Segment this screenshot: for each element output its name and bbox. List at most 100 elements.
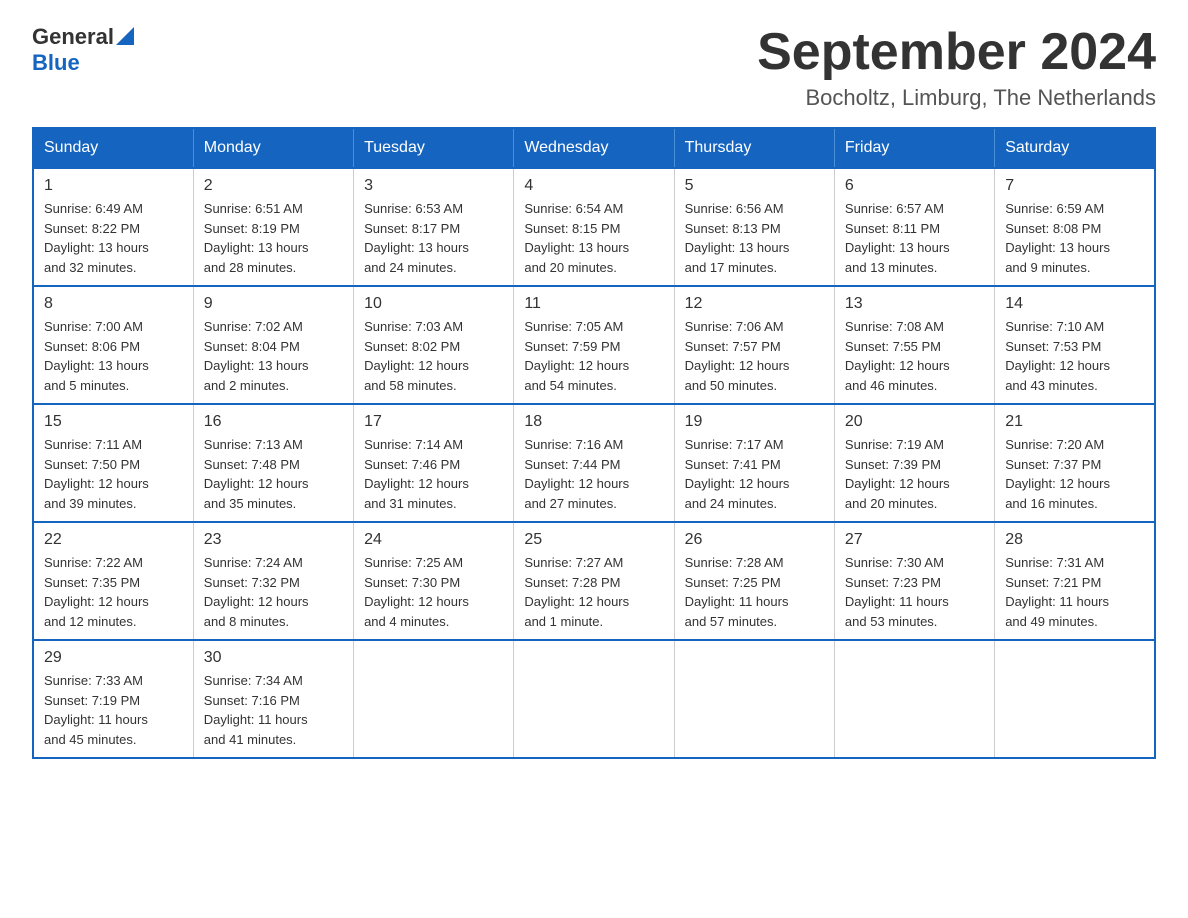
- day-cell-9: 9Sunrise: 7:02 AM Sunset: 8:04 PM Daylig…: [193, 286, 353, 404]
- day-cell-11: 11Sunrise: 7:05 AM Sunset: 7:59 PM Dayli…: [514, 286, 674, 404]
- day-number: 26: [685, 531, 824, 549]
- day-cell-21: 21 Sunrise: 7:20 AM Sunset: 7:37 PM Dayli…: [995, 404, 1155, 522]
- day-number: 18: [524, 413, 663, 431]
- day-info: Sunrise: 6:53 AM Sunset: 8:17 PM Dayligh…: [364, 199, 503, 277]
- day-info: Sunrise: 7:28 AM Sunset: 7:25 PM Dayligh…: [685, 553, 824, 631]
- logo: General Blue: [32, 24, 134, 76]
- day-cell-19: 19 Sunrise: 7:17 AM Sunset: 7:41 PM Dayli…: [674, 404, 834, 522]
- day-cell-12: 12Sunrise: 7:06 AM Sunset: 7:57 PM Dayli…: [674, 286, 834, 404]
- calendar-table: SundayMondayTuesdayWednesdayThursdayFrid…: [32, 127, 1156, 759]
- day-cell-28: 28 Sunrise: 7:31 AM Sunset: 7:21 PM Dayli…: [995, 522, 1155, 640]
- calendar-header: SundayMondayTuesdayWednesdayThursdayFrid…: [33, 128, 1155, 168]
- day-cell-6: 6Sunrise: 6:57 AM Sunset: 8:11 PM Daylig…: [834, 168, 994, 286]
- day-info: Sunrise: 7:17 AM Sunset: 7:41 PM Dayligh…: [685, 435, 824, 513]
- weekday-header-monday: Monday: [193, 128, 353, 168]
- week-row-3: 15 Sunrise: 7:11 AM Sunset: 7:50 PM Dayli…: [33, 404, 1155, 522]
- weekday-header-tuesday: Tuesday: [354, 128, 514, 168]
- location-subtitle: Bocholtz, Limburg, The Netherlands: [757, 85, 1156, 111]
- empty-cell: [834, 640, 994, 758]
- day-number: 20: [845, 413, 984, 431]
- empty-cell: [995, 640, 1155, 758]
- day-number: 6: [845, 177, 984, 195]
- day-cell-29: 29 Sunrise: 7:33 AM Sunset: 7:19 PM Dayli…: [33, 640, 193, 758]
- day-number: 2: [204, 177, 343, 195]
- day-number: 12: [685, 295, 824, 313]
- day-info: Sunrise: 7:33 AM Sunset: 7:19 PM Dayligh…: [44, 671, 183, 749]
- day-number: 16: [204, 413, 343, 431]
- day-cell-1: 1Sunrise: 6:49 AM Sunset: 8:22 PM Daylig…: [33, 168, 193, 286]
- day-info: Sunrise: 7:30 AM Sunset: 7:23 PM Dayligh…: [845, 553, 984, 631]
- day-cell-10: 10Sunrise: 7:03 AM Sunset: 8:02 PM Dayli…: [354, 286, 514, 404]
- day-number: 8: [44, 295, 183, 313]
- day-info: Sunrise: 7:14 AM Sunset: 7:46 PM Dayligh…: [364, 435, 503, 513]
- empty-cell: [514, 640, 674, 758]
- week-row-2: 8 Sunrise: 7:00 AM Sunset: 8:06 PM Daylig…: [33, 286, 1155, 404]
- day-cell-20: 20 Sunrise: 7:19 AM Sunset: 7:39 PM Dayli…: [834, 404, 994, 522]
- weekday-header-friday: Friday: [834, 128, 994, 168]
- day-number: 27: [845, 531, 984, 549]
- day-cell-18: 18Sunrise: 7:16 AM Sunset: 7:44 PM Dayli…: [514, 404, 674, 522]
- day-info: Sunrise: 7:25 AM Sunset: 7:30 PM Dayligh…: [364, 553, 503, 631]
- day-cell-24: 24 Sunrise: 7:25 AM Sunset: 7:30 PM Dayli…: [354, 522, 514, 640]
- day-number: 22: [44, 531, 183, 549]
- day-info: Sunrise: 6:59 AM Sunset: 8:08 PM Dayligh…: [1005, 199, 1144, 277]
- day-number: 10: [364, 295, 503, 313]
- day-cell-3: 3 Sunrise: 6:53 AM Sunset: 8:17 PM Daylig…: [354, 168, 514, 286]
- day-info: Sunrise: 7:08 AM Sunset: 7:55 PM Dayligh…: [845, 317, 984, 395]
- day-cell-7: 7 Sunrise: 6:59 AM Sunset: 8:08 PM Daylig…: [995, 168, 1155, 286]
- day-number: 29: [44, 649, 183, 667]
- weekday-header-sunday: Sunday: [33, 128, 193, 168]
- day-number: 4: [524, 177, 663, 195]
- day-number: 11: [524, 295, 663, 313]
- day-info: Sunrise: 7:24 AM Sunset: 7:32 PM Dayligh…: [204, 553, 343, 631]
- empty-cell: [674, 640, 834, 758]
- day-cell-4: 4 Sunrise: 6:54 AM Sunset: 8:15 PM Daylig…: [514, 168, 674, 286]
- day-info: Sunrise: 7:34 AM Sunset: 7:16 PM Dayligh…: [204, 671, 343, 749]
- calendar-body: 1Sunrise: 6:49 AM Sunset: 8:22 PM Daylig…: [33, 168, 1155, 758]
- day-number: 13: [845, 295, 984, 313]
- day-number: 1: [44, 177, 183, 195]
- week-row-1: 1Sunrise: 6:49 AM Sunset: 8:22 PM Daylig…: [33, 168, 1155, 286]
- logo-general-text: General: [32, 24, 114, 50]
- day-number: 9: [204, 295, 343, 313]
- day-info: Sunrise: 6:54 AM Sunset: 8:15 PM Dayligh…: [524, 199, 663, 277]
- day-cell-27: 27 Sunrise: 7:30 AM Sunset: 7:23 PM Dayli…: [834, 522, 994, 640]
- week-row-5: 29 Sunrise: 7:33 AM Sunset: 7:19 PM Dayli…: [33, 640, 1155, 758]
- day-number: 24: [364, 531, 503, 549]
- day-number: 15: [44, 413, 183, 431]
- day-number: 3: [364, 177, 503, 195]
- day-number: 25: [524, 531, 663, 549]
- logo-triangle-icon: [116, 27, 134, 45]
- day-number: 23: [204, 531, 343, 549]
- weekday-header-saturday: Saturday: [995, 128, 1155, 168]
- day-info: Sunrise: 7:13 AM Sunset: 7:48 PM Dayligh…: [204, 435, 343, 513]
- day-info: Sunrise: 7:31 AM Sunset: 7:21 PM Dayligh…: [1005, 553, 1144, 631]
- day-info: Sunrise: 7:22 AM Sunset: 7:35 PM Dayligh…: [44, 553, 183, 631]
- day-cell-23: 23 Sunrise: 7:24 AM Sunset: 7:32 PM Dayli…: [193, 522, 353, 640]
- day-cell-22: 22 Sunrise: 7:22 AM Sunset: 7:35 PM Dayli…: [33, 522, 193, 640]
- month-title: September 2024: [757, 24, 1156, 81]
- empty-cell: [354, 640, 514, 758]
- day-number: 21: [1005, 413, 1144, 431]
- day-info: Sunrise: 7:11 AM Sunset: 7:50 PM Dayligh…: [44, 435, 183, 513]
- day-number: 30: [204, 649, 343, 667]
- day-info: Sunrise: 7:19 AM Sunset: 7:39 PM Dayligh…: [845, 435, 984, 513]
- day-cell-2: 2 Sunrise: 6:51 AM Sunset: 8:19 PM Daylig…: [193, 168, 353, 286]
- logo-blue-text: Blue: [32, 50, 80, 75]
- day-info: Sunrise: 7:20 AM Sunset: 7:37 PM Dayligh…: [1005, 435, 1144, 513]
- day-cell-15: 15 Sunrise: 7:11 AM Sunset: 7:50 PM Dayli…: [33, 404, 193, 522]
- day-number: 7: [1005, 177, 1144, 195]
- day-cell-13: 13 Sunrise: 7:08 AM Sunset: 7:55 PM Dayli…: [834, 286, 994, 404]
- day-cell-5: 5Sunrise: 6:56 AM Sunset: 8:13 PM Daylig…: [674, 168, 834, 286]
- day-cell-14: 14Sunrise: 7:10 AM Sunset: 7:53 PM Dayli…: [995, 286, 1155, 404]
- day-number: 19: [685, 413, 824, 431]
- day-cell-26: 26 Sunrise: 7:28 AM Sunset: 7:25 PM Dayli…: [674, 522, 834, 640]
- day-cell-30: 30 Sunrise: 7:34 AM Sunset: 7:16 PM Dayli…: [193, 640, 353, 758]
- day-cell-16: 16 Sunrise: 7:13 AM Sunset: 7:48 PM Dayli…: [193, 404, 353, 522]
- day-info: Sunrise: 6:51 AM Sunset: 8:19 PM Dayligh…: [204, 199, 343, 277]
- weekday-header-thursday: Thursday: [674, 128, 834, 168]
- page-header: General Blue September 2024 Bocholtz, Li…: [32, 24, 1156, 111]
- day-number: 5: [685, 177, 824, 195]
- day-info: Sunrise: 7:00 AM Sunset: 8:06 PM Dayligh…: [44, 317, 183, 395]
- day-number: 28: [1005, 531, 1144, 549]
